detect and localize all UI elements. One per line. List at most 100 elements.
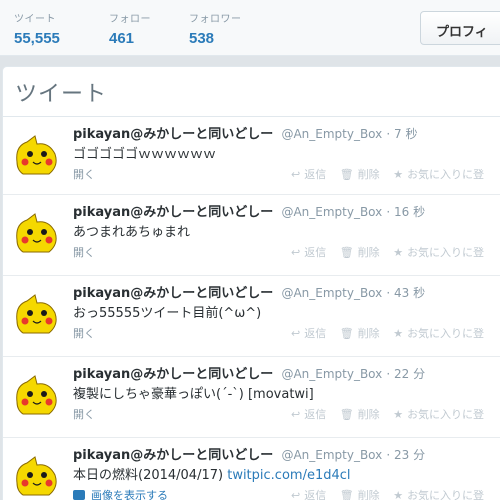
reply-button[interactable]: ↩ 返信	[291, 327, 326, 340]
delete-label: 削除	[357, 168, 380, 181]
delete-button[interactable]: 🗑 削除	[340, 327, 380, 340]
view-media-button[interactable]: 画像を表示する	[73, 487, 168, 500]
favorite-button[interactable]: ★ お気に入りに登	[393, 408, 484, 421]
tweet-item[interactable]: pikayan@みかしーと同いどしー @An_Empty_Box · 23 分 …	[3, 438, 500, 500]
trash-icon: 🗑	[339, 489, 354, 500]
delete-button[interactable]: 🗑 削除	[340, 489, 380, 500]
stat-value: 55,555	[14, 30, 60, 47]
avatar[interactable]	[13, 132, 59, 178]
favorite-button[interactable]: ★ お気に入りに登	[393, 327, 484, 340]
timeline-title: ツイート	[3, 67, 500, 117]
tweet-actions: ↩ 返信 🗑 削除 ★ お気に入りに登	[291, 406, 494, 422]
expand-link[interactable]: 開く	[73, 166, 95, 182]
tweet-time[interactable]: · 22 分	[386, 367, 425, 381]
profile-button[interactable]: プロフィ	[420, 11, 500, 45]
reply-button[interactable]: ↩ 返信	[291, 246, 326, 259]
tweet-username[interactable]: @An_Empty_Box	[281, 205, 382, 219]
reply-button[interactable]: ↩ 返信	[291, 408, 326, 421]
avatar[interactable]	[13, 372, 59, 418]
star-icon: ★	[393, 246, 404, 259]
tweet-item[interactable]: pikayan@みかしーと同いどしー @An_Empty_Box · 7 秒 ゴ…	[3, 117, 500, 195]
profile-stats-card: ツイート 55,555 フォロー 461 フォロワー 538 プロフィ	[0, 0, 500, 56]
favorite-label: お気に入りに登	[407, 489, 485, 500]
delete-button[interactable]: 🗑 削除	[340, 168, 380, 181]
favorite-button[interactable]: ★ お気に入りに登	[393, 168, 484, 181]
tweet-fullname[interactable]: pikayan@みかしーと同いどしー	[73, 205, 273, 220]
reply-button[interactable]: ↩ 返信	[291, 489, 326, 500]
tweet-text: おっ55555ツイート目前(^ω^)	[73, 306, 262, 321]
avatar[interactable]	[13, 453, 59, 499]
reply-label: 返信	[304, 168, 327, 181]
tweet-username[interactable]: @An_Empty_Box	[281, 367, 382, 381]
expand-link[interactable]: 開く	[73, 244, 95, 260]
delete-label: 削除	[357, 327, 380, 340]
stat-value: 538	[189, 30, 215, 47]
favorite-label: お気に入りに登	[407, 327, 485, 340]
view-media-label: 画像を表示する	[91, 489, 168, 500]
tweet-link[interactable]: twitpic.com/e1d4cl	[227, 468, 350, 483]
stat-followers[interactable]: フォロワー 538	[189, 10, 242, 47]
tweet-actions: ↩ 返信 🗑 削除 ★ お気に入りに登	[291, 166, 494, 182]
tweet-username[interactable]: @An_Empty_Box	[281, 127, 382, 141]
favorite-label: お気に入りに登	[407, 408, 485, 421]
trash-icon: 🗑	[339, 246, 354, 259]
tweet-text: あつまれあちゅまれ	[73, 225, 191, 240]
reply-label: 返信	[304, 246, 327, 259]
stat-value: 461	[109, 30, 135, 47]
tweet-item[interactable]: pikayan@みかしーと同いどしー @An_Empty_Box · 43 秒 …	[3, 276, 500, 357]
delete-label: 削除	[357, 408, 380, 421]
tweet-header: pikayan@みかしーと同いどしー @An_Empty_Box · 22 分	[73, 363, 425, 382]
avatar[interactable]	[13, 210, 59, 256]
delete-button[interactable]: 🗑 削除	[340, 246, 380, 259]
star-icon: ★	[393, 168, 404, 181]
tweet-time[interactable]: · 43 秒	[386, 286, 425, 300]
tweet-time[interactable]: · 16 秒	[386, 205, 425, 219]
tweet-header: pikayan@みかしーと同いどしー @An_Empty_Box · 43 秒	[73, 282, 425, 301]
reply-icon: ↩	[291, 408, 301, 421]
favorite-button[interactable]: ★ お気に入りに登	[393, 246, 484, 259]
reply-icon: ↩	[291, 327, 301, 340]
delete-button[interactable]: 🗑 削除	[340, 408, 380, 421]
tweet-fullname[interactable]: pikayan@みかしーと同いどしー	[73, 286, 273, 301]
tweet-item[interactable]: pikayan@みかしーと同いどしー @An_Empty_Box · 16 秒 …	[3, 195, 500, 276]
expand-link[interactable]: 開く	[73, 325, 95, 341]
tweet-text: ゴゴゴゴゴｗｗｗｗｗｗ	[73, 147, 217, 162]
tweet-actions: ↩ 返信 🗑 削除 ★ お気に入りに登	[291, 244, 494, 260]
stat-label: ツイート	[14, 14, 56, 25]
tweet-actions: ↩ 返信 🗑 削除 ★ お気に入りに登	[291, 487, 494, 500]
tweet-header: pikayan@みかしーと同いどしー @An_Empty_Box · 16 秒	[73, 201, 425, 220]
tweet-fullname[interactable]: pikayan@みかしーと同いどしー	[73, 448, 273, 463]
delete-label: 削除	[357, 489, 380, 500]
trash-icon: 🗑	[339, 168, 354, 181]
tweet-item[interactable]: pikayan@みかしーと同いどしー @An_Empty_Box · 22 分 …	[3, 357, 500, 438]
tweet-time[interactable]: · 23 分	[386, 448, 425, 462]
tweet-text-body: 本日の燃料(2014/04/17)	[73, 468, 228, 483]
reply-label: 返信	[304, 408, 327, 421]
star-icon: ★	[393, 408, 404, 421]
tweet-header: pikayan@みかしーと同いどしー @An_Empty_Box · 7 秒	[73, 123, 418, 142]
tweet-username[interactable]: @An_Empty_Box	[281, 448, 382, 462]
favorite-label: お気に入りに登	[407, 168, 485, 181]
tweet-username[interactable]: @An_Empty_Box	[281, 286, 382, 300]
tweet-text: 本日の燃料(2014/04/17) twitpic.com/e1d4cl	[73, 464, 351, 483]
reply-icon: ↩	[291, 168, 301, 181]
favorite-label: お気に入りに登	[407, 246, 485, 259]
tweet-time[interactable]: · 7 秒	[386, 127, 417, 141]
reply-label: 返信	[304, 327, 327, 340]
tweet-timeline: ツイート pikayan@みかしーと同いどしー @An_Empty_Box · …	[2, 66, 500, 500]
photo-icon	[73, 490, 85, 500]
trash-icon: 🗑	[339, 408, 354, 421]
stat-label: フォロワー	[189, 14, 242, 25]
tweet-fullname[interactable]: pikayan@みかしーと同いどしー	[73, 367, 273, 382]
favorite-button[interactable]: ★ お気に入りに登	[393, 489, 484, 500]
reply-button[interactable]: ↩ 返信	[291, 168, 326, 181]
star-icon: ★	[393, 489, 404, 500]
stat-tweets[interactable]: ツイート 55,555	[14, 10, 60, 47]
expand-link[interactable]: 開く	[73, 406, 95, 422]
avatar[interactable]	[13, 291, 59, 337]
tweet-fullname[interactable]: pikayan@みかしーと同いどしー	[73, 127, 273, 142]
tweet-text: 複製にしちゃ豪華っぽい(´-`) [movatwi]	[73, 387, 314, 402]
reply-label: 返信	[304, 489, 327, 500]
stat-following[interactable]: フォロー 461	[109, 10, 151, 47]
tweet-header: pikayan@みかしーと同いどしー @An_Empty_Box · 23 分	[73, 444, 425, 463]
